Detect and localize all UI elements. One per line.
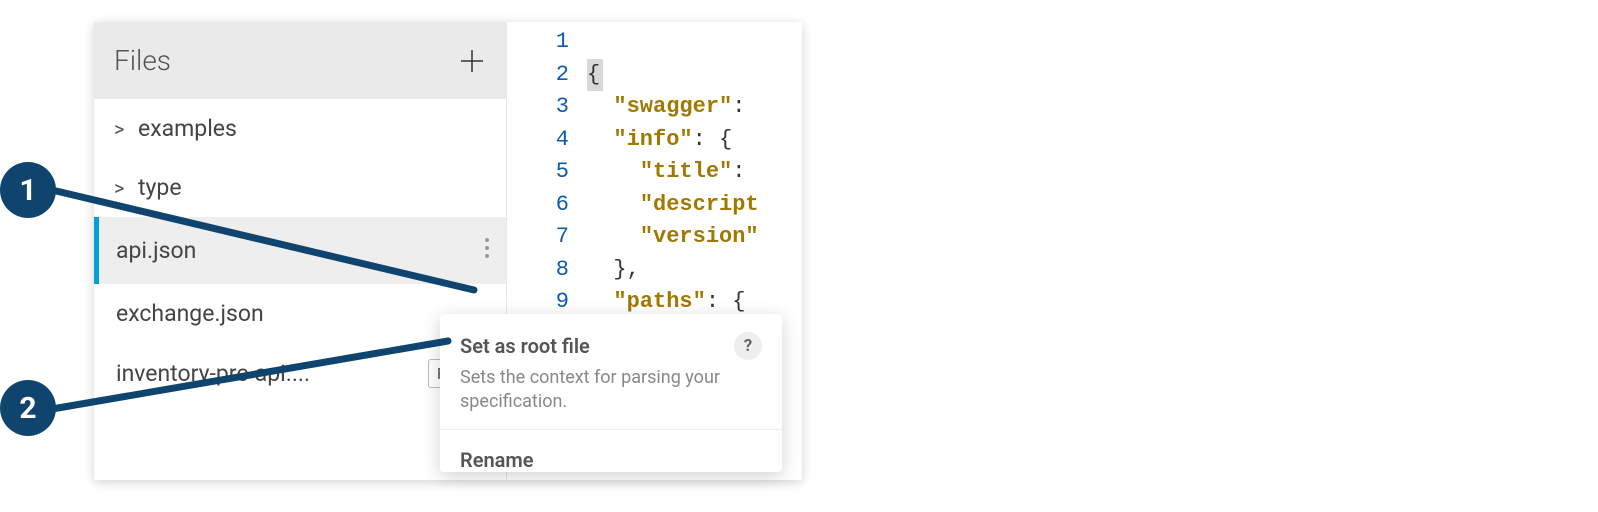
line-number: 1 xyxy=(507,26,569,59)
line-number: 6 xyxy=(507,189,569,222)
code-token: }, xyxy=(613,257,639,282)
menu-item-title-text: Rename xyxy=(460,448,534,472)
code-token: "version" xyxy=(640,224,759,249)
code-token: "info" xyxy=(613,127,692,152)
tree-folder-examples[interactable]: > examples xyxy=(94,99,506,158)
kebab-menu-icon[interactable] xyxy=(478,233,496,268)
sidebar-title: Files xyxy=(114,44,171,77)
add-file-icon[interactable] xyxy=(458,47,486,75)
tree-item-label: examples xyxy=(138,115,237,142)
code-token: "paths" xyxy=(613,289,705,314)
code-token: "swagger" xyxy=(613,94,732,119)
menu-item-title-text: Set as root file xyxy=(460,334,590,358)
menu-item-rename[interactable]: Rename xyxy=(440,430,782,472)
line-number: 3 xyxy=(507,91,569,124)
help-icon[interactable]: ? xyxy=(734,332,762,360)
context-menu: Set as root file ? Sets the context for … xyxy=(440,314,782,472)
chevron-right-icon: > xyxy=(114,117,130,141)
code-token: "title" xyxy=(640,159,732,184)
line-number: 7 xyxy=(507,221,569,254)
menu-item-set-root[interactable]: Set as root file ? Sets the context for … xyxy=(440,314,782,430)
line-number: 4 xyxy=(507,124,569,157)
callout-1: 1 xyxy=(0,162,56,218)
code-token: "descript xyxy=(640,192,759,217)
code-token: { xyxy=(587,62,600,87)
line-number: 2 xyxy=(507,59,569,92)
menu-item-desc: Sets the context for parsing your specif… xyxy=(460,366,762,415)
line-number: 5 xyxy=(507,156,569,189)
sidebar-header: Files xyxy=(94,22,506,99)
line-number: 8 xyxy=(507,254,569,287)
callout-2: 2 xyxy=(0,380,56,436)
